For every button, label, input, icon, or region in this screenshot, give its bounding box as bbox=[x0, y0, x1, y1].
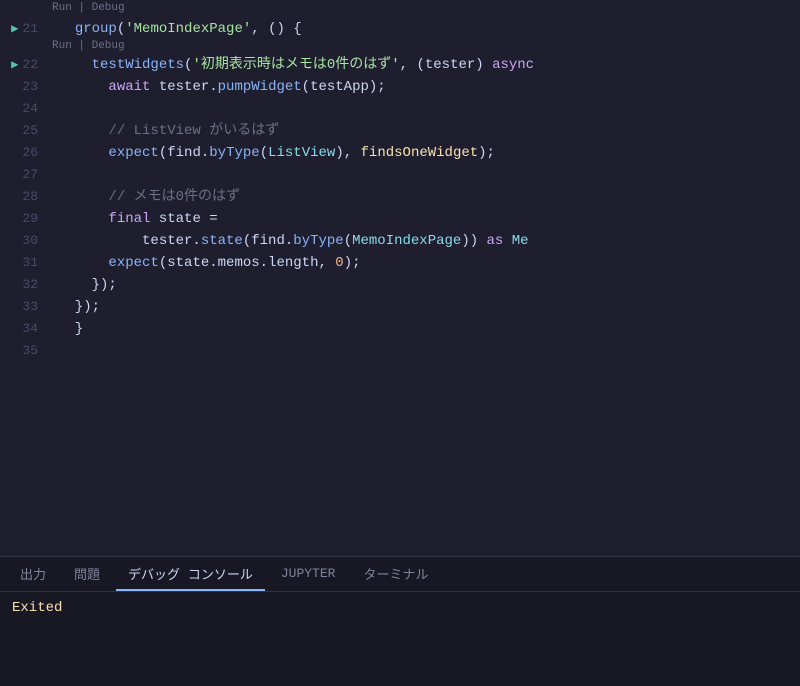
line-content-34: } bbox=[50, 318, 800, 340]
code-line-21: ▶ 21 group('MemoIndexPage', () { bbox=[0, 18, 800, 40]
code-line-29: 29 final state = bbox=[0, 208, 800, 230]
code-line-28: 28 // メモは0件のはず bbox=[0, 186, 800, 208]
line-number-25: 25 bbox=[0, 120, 50, 142]
code-line-33: 33 }); bbox=[0, 296, 800, 318]
tab-jupyter[interactable]: JUPYTER bbox=[269, 557, 348, 591]
code-line-23: 23 await tester.pumpWidget(testApp); bbox=[0, 76, 800, 98]
line-content-29: final state = bbox=[50, 208, 800, 230]
line-number-35: 35 bbox=[0, 340, 50, 362]
line-number-23: 23 bbox=[0, 76, 50, 98]
line-content-30: tester.state(find.byType(MemoIndexPage))… bbox=[50, 230, 800, 252]
code-line-25: 25 // ListView がいるはず bbox=[0, 120, 800, 142]
line-content-22: testWidgets('初期表示時はメモは0件のはず', (tester) a… bbox=[50, 54, 800, 76]
line-number-30: 30 bbox=[0, 230, 50, 252]
line-number-32: 32 bbox=[0, 274, 50, 296]
code-line-27: 27 bbox=[0, 164, 800, 186]
line-number-29: 29 bbox=[0, 208, 50, 230]
line-content-32: }); bbox=[50, 274, 800, 296]
line-content-25: // ListView がいるはず bbox=[50, 120, 800, 142]
line-number-22: ▶ 22 bbox=[0, 54, 50, 76]
line-number-27: 27 bbox=[0, 164, 50, 186]
code-line-26: 26 expect(find.byType(ListView), findsOn… bbox=[0, 142, 800, 164]
line-number-31: 31 bbox=[0, 252, 50, 274]
run-debug-label-22[interactable]: Run | Debug bbox=[52, 40, 125, 52]
run-arrow-21[interactable]: ▶ bbox=[6, 18, 18, 40]
code-line-31: 31 expect(state.memos.length, 0); bbox=[0, 252, 800, 274]
code-line-35: 35 bbox=[0, 340, 800, 362]
line-content-23: await tester.pumpWidget(testApp); bbox=[50, 76, 800, 98]
line-number-28: 28 bbox=[0, 186, 50, 208]
panel-content: Exited bbox=[0, 592, 800, 686]
line-content-21: group('MemoIndexPage', () { bbox=[50, 18, 800, 40]
run-debug-label-21[interactable]: Run | Debug bbox=[52, 2, 125, 14]
line-number-21: ▶ 21 bbox=[0, 18, 50, 40]
line-content-33: }); bbox=[50, 296, 800, 318]
code-line-32: 32 }); bbox=[0, 274, 800, 296]
line-number-24: 24 bbox=[0, 98, 50, 120]
code-lines: Run | Debug ▶ 21 group('MemoIndexPage', … bbox=[0, 18, 800, 362]
code-line-24: 24 bbox=[0, 98, 800, 120]
line-content-26: expect(find.byType(ListView), findsOneWi… bbox=[50, 142, 800, 164]
exited-text: Exited bbox=[12, 600, 788, 616]
line-content-31: expect(state.memos.length, 0); bbox=[50, 252, 800, 274]
code-line-34: 34 } bbox=[0, 318, 800, 340]
tab-problems[interactable]: 問題 bbox=[62, 557, 112, 591]
tab-output[interactable]: 出力 bbox=[8, 557, 58, 591]
line-number-33: 33 bbox=[0, 296, 50, 318]
code-line-30: 30 tester.state(find.byType(MemoIndexPag… bbox=[0, 230, 800, 252]
line-content-28: // メモは0件のはず bbox=[50, 186, 800, 208]
code-line-22: ▶ 22 testWidgets('初期表示時はメモは0件のはず', (test… bbox=[0, 54, 800, 76]
line-number-26: 26 bbox=[0, 142, 50, 164]
code-editor[interactable]: Run | Debug ▶ 21 group('MemoIndexPage', … bbox=[0, 0, 800, 556]
tab-terminal[interactable]: ターミナル bbox=[351, 557, 440, 591]
bottom-panel: 出力 問題 デバッグ コンソール JUPYTER ターミナル Exited bbox=[0, 556, 800, 686]
panel-tabs: 出力 問題 デバッグ コンソール JUPYTER ターミナル bbox=[0, 557, 800, 592]
tab-debug-console[interactable]: デバッグ コンソール bbox=[116, 557, 265, 591]
line-number-34: 34 bbox=[0, 318, 50, 340]
run-arrow-22[interactable]: ▶ bbox=[6, 54, 18, 76]
